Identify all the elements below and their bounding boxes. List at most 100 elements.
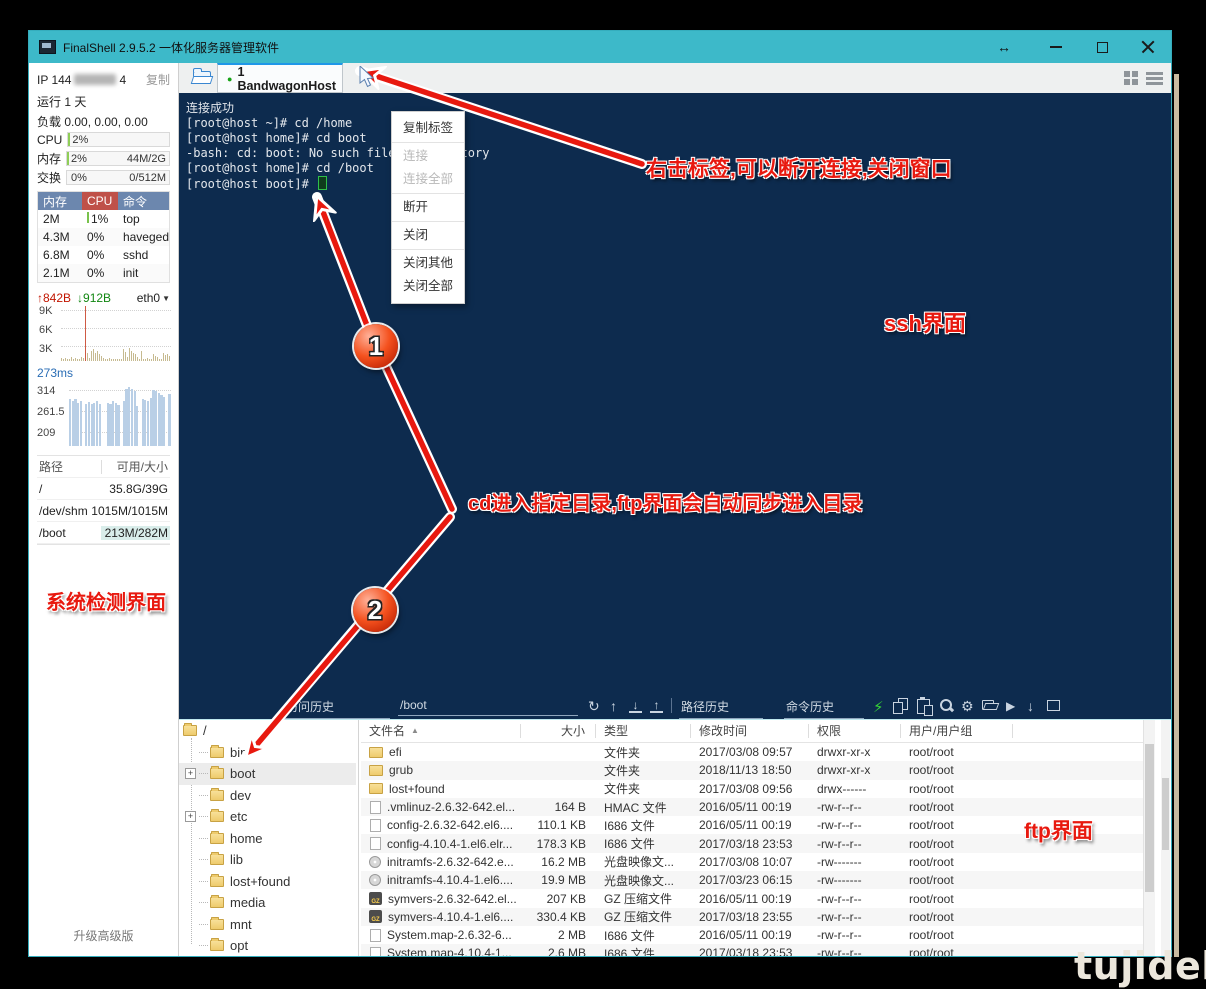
file-row[interactable]: grub文件夹2018/11/13 18:50drwxr-xr-xroot/ro…: [361, 761, 1143, 779]
tree-scrollbar[interactable]: [1161, 720, 1170, 956]
tree-item-label: home: [230, 831, 263, 846]
file-row[interactable]: GZsymvers-4.10.4-1.el6....330.4 KBGZ 压缩文…: [361, 908, 1143, 926]
file-table-scrollbar-thumb[interactable]: [1145, 744, 1154, 892]
grid-view-icon[interactable]: [1123, 70, 1140, 86]
file-col-header[interactable]: 用户/用户组: [901, 724, 1013, 738]
refresh-icon[interactable]: ↻: [588, 698, 600, 714]
titlebar: FinalShell 2.9.5.2 一体化服务器管理软件 ↔: [29, 31, 1171, 63]
list-view-icon[interactable]: [1146, 70, 1163, 86]
tree-item-opt[interactable]: opt: [179, 935, 356, 956]
uptime-label: 运行 1 天: [37, 93, 170, 110]
access-history-field[interactable]: 访问历史: [284, 698, 390, 719]
file-row[interactable]: config-2.6.32-642.el6....110.1 KBI686 文件…: [361, 816, 1143, 834]
file-table-scrollbar[interactable]: [1143, 720, 1155, 956]
process-col-header[interactable]: 内存: [38, 192, 82, 210]
copy-icon[interactable]: [893, 698, 908, 717]
parent-dir-icon[interactable]: ↑: [610, 698, 617, 714]
tree-item-label: opt: [230, 938, 248, 953]
tree-item-dev[interactable]: dev: [179, 785, 356, 807]
file-row[interactable]: lost+found文件夹2017/03/08 09:56drwx------r…: [361, 780, 1143, 798]
tree-item-mnt[interactable]: mnt: [179, 914, 356, 936]
tab-bandwagonhost[interactable]: ● 1 BandwagonHost: [217, 63, 343, 93]
tree-item-home[interactable]: home: [179, 828, 356, 850]
terminal-line: [root@host boot]#: [186, 176, 1171, 192]
command-history-field[interactable]: 命令历史: [784, 698, 864, 719]
minimize-button[interactable]: [1033, 31, 1079, 63]
watermark: tujidelv: [1074, 944, 1206, 988]
context-menu-item[interactable]: 关闭: [392, 224, 464, 247]
speed-boost-icon[interactable]: ⚡: [873, 698, 884, 716]
file-col-header[interactable]: 类型: [596, 724, 691, 738]
run-play-icon[interactable]: ▶: [1006, 698, 1015, 714]
file-row[interactable]: efi文件夹2017/03/08 09:57drwxr-xr-xroot/roo…: [361, 743, 1143, 761]
disk-row[interactable]: /dev/shm1015M/1015M: [37, 500, 170, 522]
file-col-header[interactable]: 修改时间: [691, 724, 809, 738]
tree-item-[interactable]: /: [179, 720, 356, 742]
terminal-line: [root@host home]# cd boot: [186, 131, 1171, 146]
process-row[interactable]: 2M1%top: [38, 210, 169, 228]
file-col-header[interactable]: 大小: [521, 724, 596, 738]
ssh-terminal[interactable]: 连接成功[root@host ~]# cd /home[root@host ho…: [179, 93, 1171, 696]
tree-item-bin[interactable]: bin: [179, 742, 356, 764]
expand-icon[interactable]: +: [185, 768, 196, 779]
close-button[interactable]: [1125, 31, 1171, 63]
chevron-down-icon[interactable]: ▼: [162, 294, 170, 303]
tree-connector: [199, 816, 208, 817]
context-menu-item[interactable]: 复制标签: [392, 117, 464, 140]
upgrade-link[interactable]: 升级高级版: [37, 927, 170, 944]
down-arrow-icon[interactable]: ↓: [1027, 698, 1034, 714]
resize-horizontal-icon[interactable]: ↔: [997, 39, 1011, 55]
download-icon[interactable]: ↓: [629, 698, 642, 713]
file-row[interactable]: initramfs-2.6.32-642.e...16.2 MB光盘映像文...…: [361, 853, 1143, 871]
disk-row[interactable]: /boot213M/282M: [37, 522, 170, 544]
path-input[interactable]: /boot: [398, 698, 578, 716]
tree-item-lib[interactable]: lib: [179, 849, 356, 871]
copy-ip-button[interactable]: 复制: [146, 71, 170, 88]
process-row[interactable]: 4.3M0%haveged: [38, 228, 169, 246]
tree-item-boot[interactable]: +boot: [179, 763, 356, 785]
disk-row[interactable]: /35.8G/39G: [37, 478, 170, 500]
search-icon[interactable]: [939, 698, 954, 716]
open-connection-button[interactable]: [191, 68, 215, 87]
ping-value: 273ms: [37, 366, 73, 380]
folder-icon: [210, 897, 224, 908]
file-row[interactable]: System.map-4.10.4-1...2.6 MBI686 文件2017/…: [361, 944, 1143, 956]
file-row[interactable]: initramfs-4.10.4-1.el6....19.9 MB光盘映像文..…: [361, 871, 1143, 889]
tree-connector: [199, 838, 208, 839]
context-menu-item[interactable]: 连接: [392, 145, 464, 168]
context-menu-item[interactable]: 关闭全部: [392, 275, 464, 298]
background-strip: [1174, 74, 1179, 957]
tree-item-label: bin: [230, 745, 247, 760]
tree-item-etc[interactable]: +etc: [179, 806, 356, 828]
file-row[interactable]: config-4.10.4-1.el6.elr...178.3 KBI686 文…: [361, 834, 1143, 852]
process-col-header[interactable]: CPU: [82, 192, 118, 210]
expand-icon[interactable]: +: [185, 811, 196, 822]
window-mode-icon[interactable]: [1047, 698, 1060, 714]
context-menu-item[interactable]: 断开: [392, 196, 464, 219]
open-folder-tool-icon[interactable]: [982, 698, 1000, 714]
file-table: 文件名▲大小类型修改时间权限用户/用户组 efi文件夹2017/03/08 09…: [361, 720, 1143, 956]
disc-icon: [369, 856, 381, 868]
maximize-button[interactable]: [1079, 31, 1125, 63]
disk-col-header: 路径: [37, 460, 102, 474]
file-col-header[interactable]: 文件名▲: [361, 724, 521, 738]
tree-item-media[interactable]: media: [179, 892, 356, 914]
app-window: FinalShell 2.9.5.2 一体化服务器管理软件 ↔ IP 144 4…: [28, 30, 1172, 957]
path-history-field[interactable]: 路径历史: [679, 698, 763, 719]
tree-item-lost-found[interactable]: lost+found: [179, 871, 356, 893]
panel-divider[interactable]: [358, 720, 359, 956]
process-row[interactable]: 2.1M0%init: [38, 264, 169, 282]
file-col-header[interactable]: 权限: [809, 724, 901, 738]
context-menu-item[interactable]: 关闭其他: [392, 252, 464, 275]
paste-icon[interactable]: [917, 698, 930, 717]
file-row[interactable]: .vmlinuz-2.6.32-642.el...164 BHMAC 文件201…: [361, 798, 1143, 816]
settings-gear-icon[interactable]: ⚙: [961, 698, 974, 714]
context-menu-item[interactable]: 连接全部: [392, 168, 464, 191]
process-row[interactable]: 6.8M0%sshd: [38, 246, 169, 264]
file-row[interactable]: System.map-2.6.32-6...2 MBI686 文件2016/05…: [361, 926, 1143, 944]
upload-icon[interactable]: ↑: [650, 698, 663, 713]
file-row[interactable]: GZsymvers-2.6.32-642.el...207 KBGZ 压缩文件2…: [361, 889, 1143, 907]
interface-selector[interactable]: eth0: [137, 291, 160, 305]
process-col-header[interactable]: 命令: [118, 192, 169, 210]
tree-scrollbar-thumb[interactable]: [1162, 778, 1169, 850]
